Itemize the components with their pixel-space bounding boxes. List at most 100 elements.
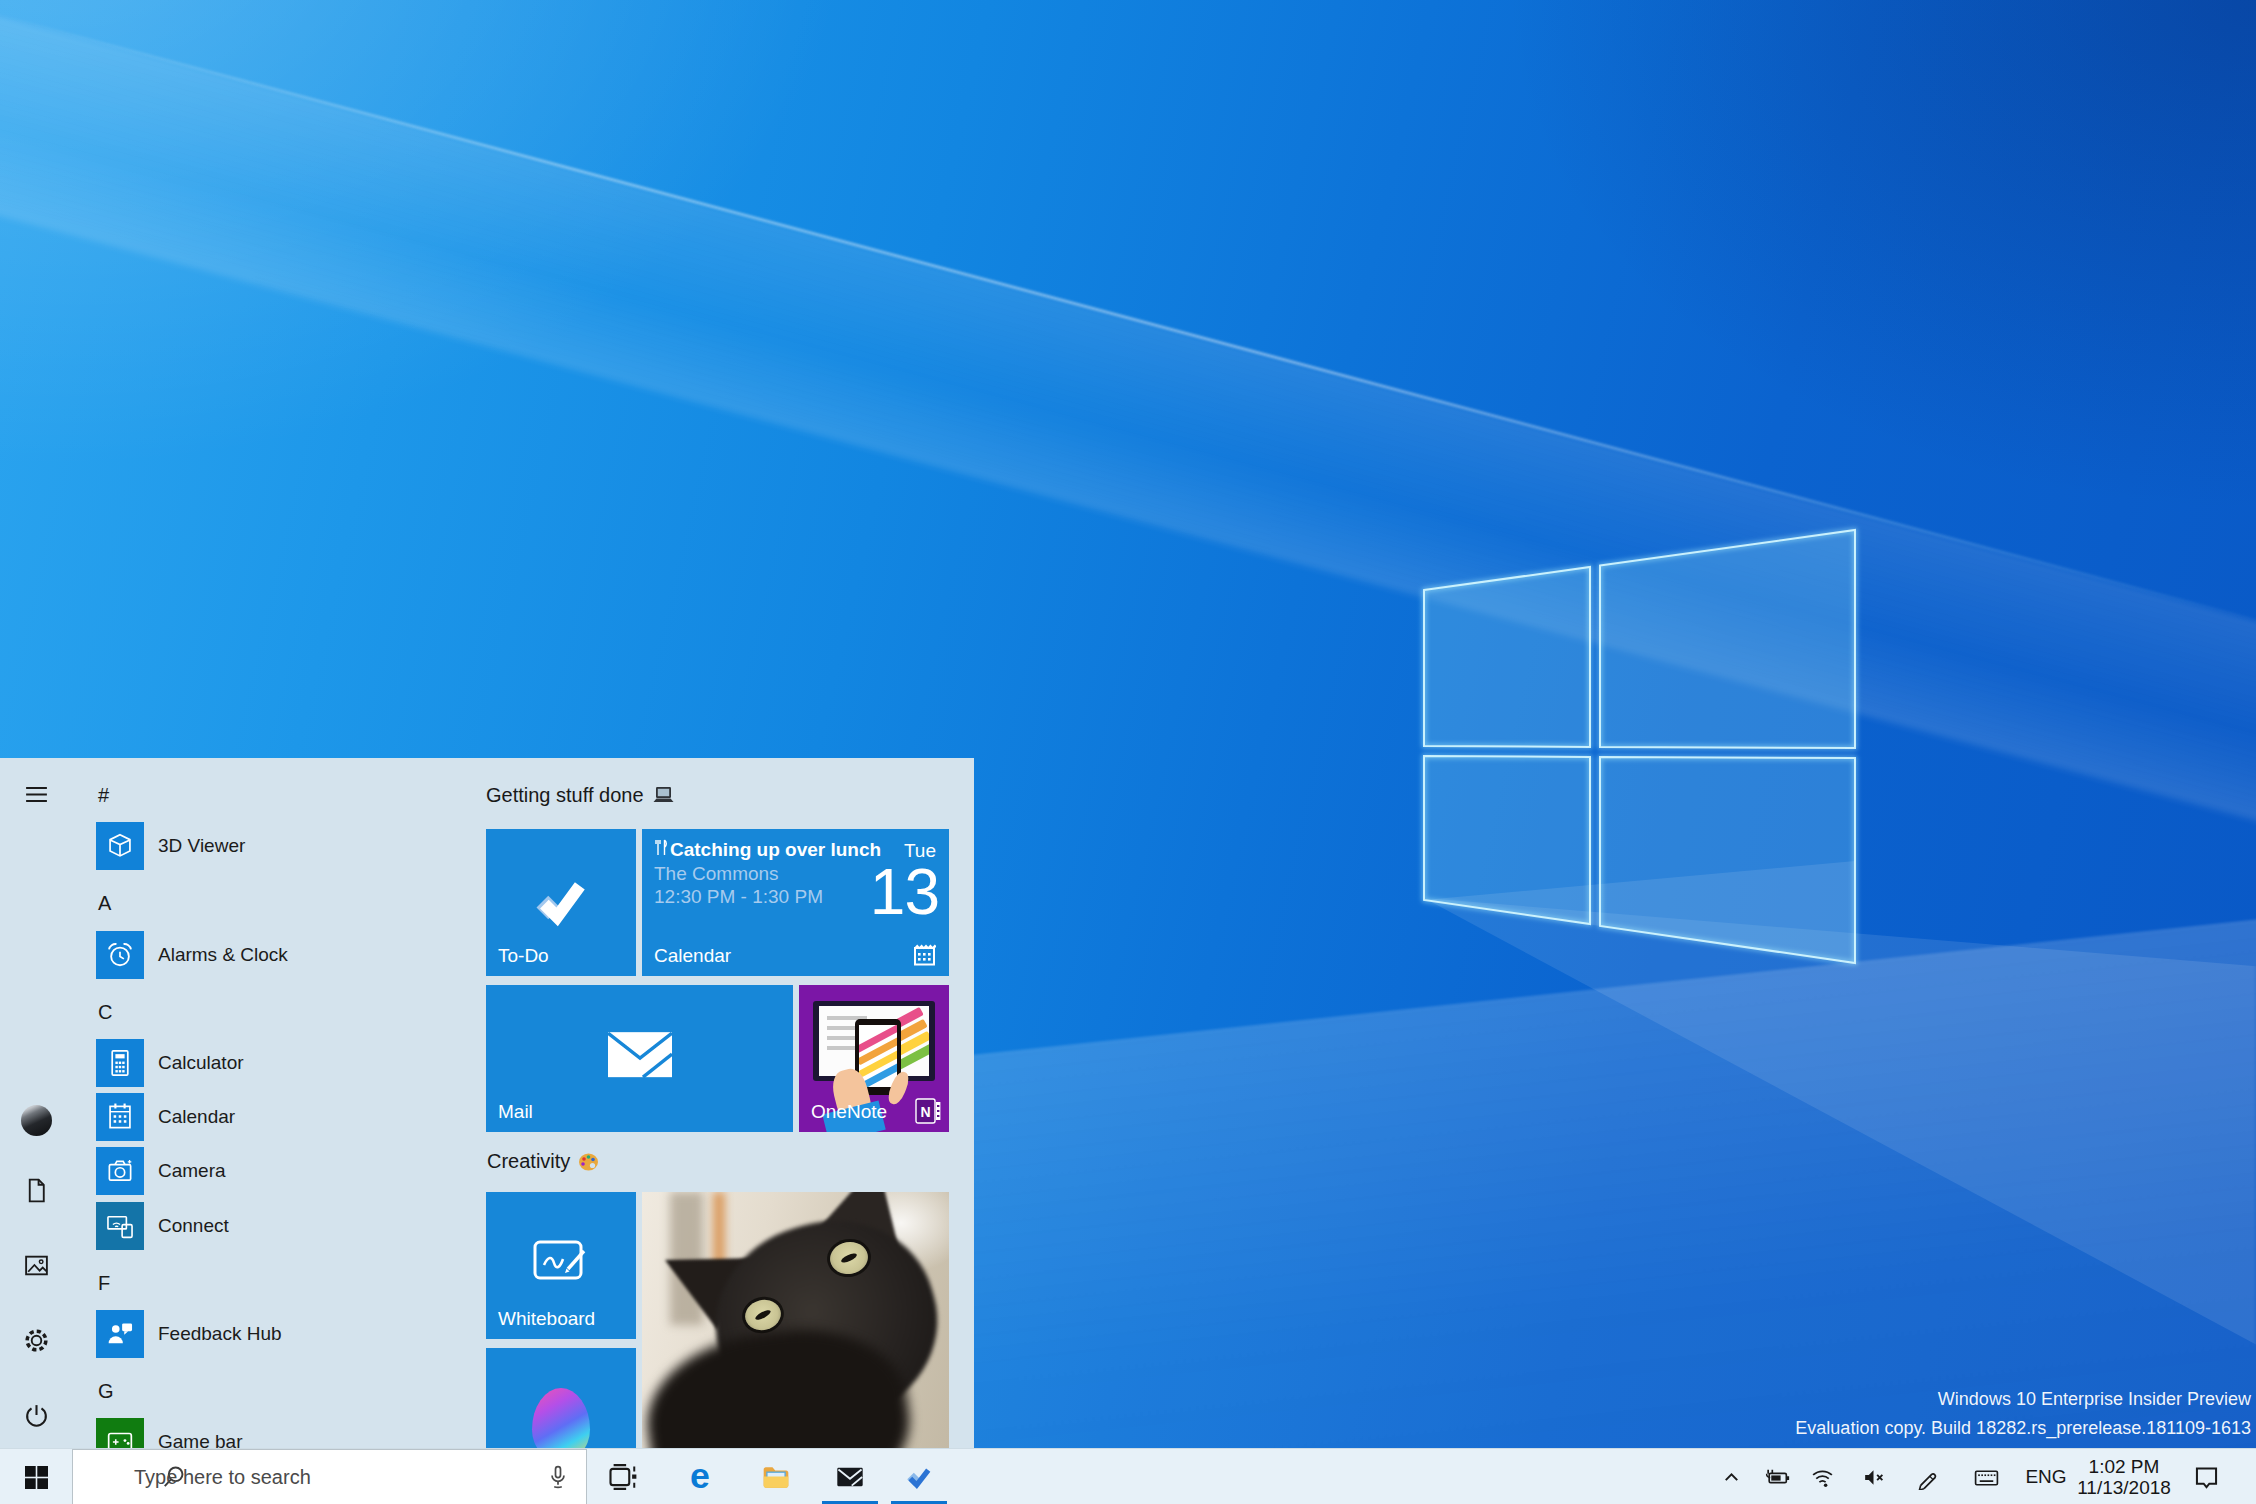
clock[interactable]: 1:02 PM 11/13/2018 [2070,1449,2178,1504]
app-label: Alarms & Clock [158,931,288,979]
edge-icon: e [681,1458,719,1496]
rail-menu-button[interactable] [12,770,60,818]
evaluation-watermark: Windows 10 Enterprise Insider Preview Ev… [1795,1385,2251,1443]
tile-photos[interactable] [642,1192,949,1448]
watermark-line2: Evaluation copy. Build 18282.rs_prerelea… [1795,1414,2251,1443]
calendar-day-number: 13 [870,855,939,929]
app-list-header-F[interactable]: F [96,1256,476,1311]
tray-volume-muted-button[interactable] [1853,1449,1893,1504]
windows-start-icon [24,1465,49,1490]
laptop-emoji [652,786,676,806]
clock-date: 11/13/2018 [2077,1477,2171,1498]
calendar-event-location: The Commons [654,862,894,885]
tile-todo-label: To-Do [498,945,549,967]
svg-text:N: N [920,1104,930,1120]
whiteboard-icon [532,1237,590,1287]
app-list-item-calculator[interactable]: Calculator [96,1039,476,1094]
viewer3d-icon [96,822,144,870]
mail-envelope-icon [607,1031,673,1079]
app-label: Calendar [158,1093,235,1141]
taskbar-todo-button[interactable] [887,1449,951,1504]
taskbar-edge-button[interactable]: e [668,1449,732,1504]
app-label: Camera [158,1147,226,1195]
tile-paint3d[interactable] [486,1348,636,1448]
group2-title: Creativity [487,1150,570,1173]
document-icon [23,1177,50,1204]
calendar-event-title: Catching up over lunch [654,837,894,862]
app-label: 3D Viewer [158,822,245,870]
tile-mail-label: Mail [498,1101,533,1123]
search-box[interactable]: Type here to search [72,1449,587,1504]
wifi-icon [1809,1465,1836,1490]
start-menu: #3D ViewerAAlarms & ClockCCalculatorCale… [0,758,974,1448]
app-list-item-calendar[interactable]: Calendar [96,1093,476,1148]
app-list-header-#[interactable]: # [96,768,476,823]
watermark-line1: Windows 10 Enterprise Insider Preview [1795,1385,2251,1414]
app-list-item-alarms-clock[interactable]: Alarms & Clock [96,931,476,986]
onenote-logo-icon: N [915,1098,941,1124]
power-icon [23,1402,50,1429]
touch-keyboard-icon [1973,1465,2000,1490]
camera-icon [96,1147,144,1195]
palette-emoji [578,1152,600,1172]
task-view-icon [608,1462,638,1492]
feedback-icon [96,1310,144,1358]
rail-settings-button[interactable] [12,1316,60,1364]
app-list-item-3d-viewer[interactable]: 3D Viewer [96,822,476,877]
tile-whiteboard[interactable]: Whiteboard [486,1192,636,1339]
app-label: Feedback Hub [158,1310,282,1358]
tile-group-header-getting-stuff-done: Getting stuff done [486,784,676,807]
hidden-icons-chevron-icon [1718,1465,1745,1490]
tile-todo[interactable]: To-Do [486,829,636,976]
svg-text:e: e [690,1458,710,1496]
paint3d-balloon [532,1388,590,1448]
rail-documents-button[interactable] [12,1166,60,1214]
taskbar-file-explorer-button[interactable] [744,1449,808,1504]
tray-touch-keyboard-button[interactable] [1966,1449,2006,1504]
rail-power-button[interactable] [12,1391,60,1439]
app-label: Game bar [158,1418,242,1448]
start-button[interactable] [0,1449,72,1504]
settings-icon [23,1327,50,1354]
search-input[interactable]: Type here to search [134,1466,311,1489]
tile-calendar[interactable]: Catching up over lunch The Commons 12:30… [642,829,949,976]
tray-battery-button[interactable] [1757,1449,1797,1504]
pen-icon [1915,1465,1942,1490]
rail-user-button[interactable] [12,1096,60,1144]
calendar-event-time: 12:30 PM - 1:30 PM [654,885,894,908]
action-center-button[interactable] [2182,1449,2230,1504]
group1-title: Getting stuff done [486,784,644,807]
action-center-icon [2193,1464,2220,1491]
mail-icon [835,1462,865,1492]
app-list-item-feedback-hub[interactable]: Feedback Hub [96,1310,476,1365]
microphone-icon[interactable] [545,1464,571,1490]
tile-whiteboard-label: Whiteboard [498,1308,595,1330]
calendarapp-icon [96,1093,144,1141]
todo-check-icon [530,867,592,929]
tile-mail[interactable]: Mail [486,985,793,1132]
rail-pictures-button[interactable] [12,1241,60,1289]
taskbar-task-view-button[interactable] [591,1449,655,1504]
tile-calendar-label: Calendar [654,945,731,967]
app-list-item-camera[interactable]: Camera [96,1147,476,1202]
app-list-item-connect[interactable]: Connect [96,1202,476,1257]
pictures-icon [23,1252,50,1279]
volume-muted-icon [1860,1465,1887,1490]
taskbar-mail-button[interactable] [818,1449,882,1504]
clock-time: 1:02 PM [2089,1456,2160,1477]
tile-group-header-creativity: Creativity [487,1150,600,1173]
connect-icon [96,1202,144,1250]
hamburger-icon [23,781,50,808]
language-indicator[interactable]: ENG [2024,1449,2068,1504]
app-list-item-game-bar[interactable]: Game bar [96,1418,476,1448]
app-list-header-C[interactable]: C [96,985,476,1040]
tile-onenote[interactable]: OneNote N [799,985,949,1132]
tray-pen-button[interactable] [1908,1449,1948,1504]
alarms-icon [96,931,144,979]
app-list-header-G[interactable]: G [96,1364,476,1419]
tray-hidden-icons-chevron-button[interactable] [1711,1449,1751,1504]
tray-wifi-button[interactable] [1802,1449,1842,1504]
fork-knife-icon [654,839,667,856]
app-list-header-A[interactable]: A [96,876,476,931]
app-label: Connect [158,1202,229,1250]
